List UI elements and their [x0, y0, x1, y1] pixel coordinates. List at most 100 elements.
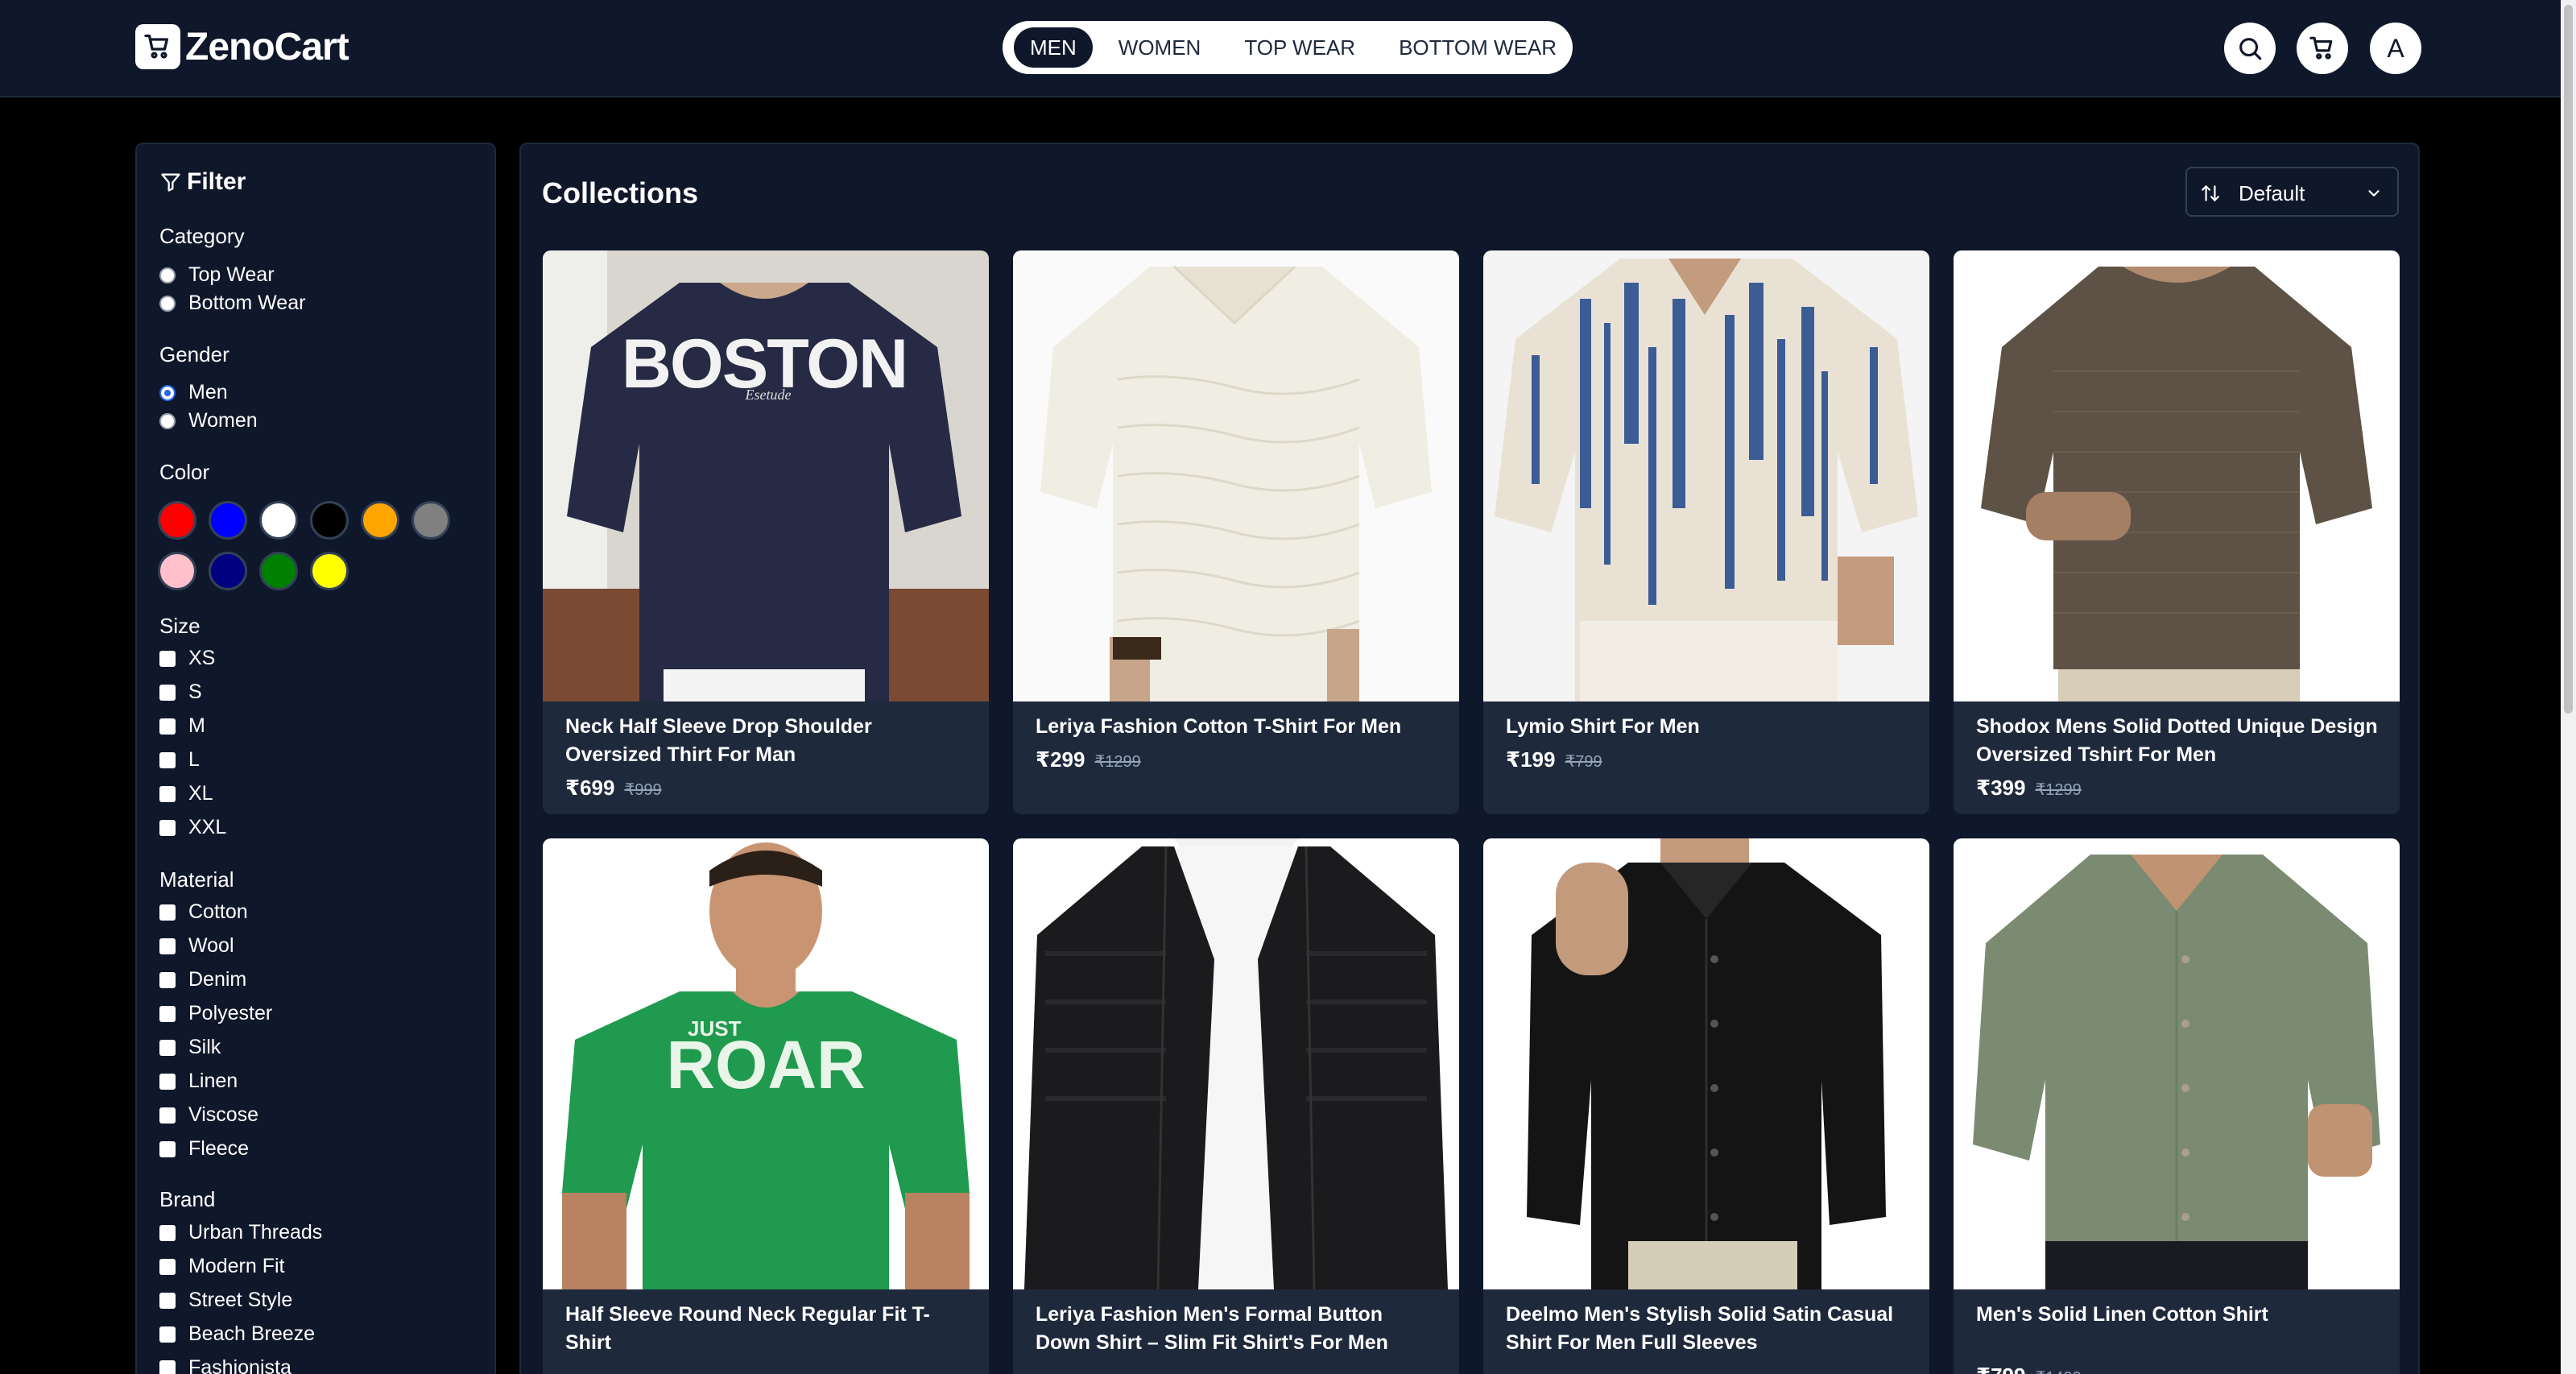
checkbox[interactable]: [159, 1258, 176, 1275]
nav-item-men[interactable]: MEN: [1014, 27, 1093, 68]
checkbox[interactable]: [159, 785, 176, 802]
product-card[interactable]: Deelmo Men's Stylish Solid Satin Casual …: [1483, 838, 1929, 1374]
nav-item-bottom-wear[interactable]: BOTTOM WEAR: [1381, 27, 1574, 68]
color-swatch[interactable]: [209, 501, 247, 540]
product-name[interactable]: Neck Half Sleeve Drop Shoulder Oversized…: [565, 713, 968, 769]
product-card[interactable]: Men's Solid Linen Cotton Shirt ₹799 ₹149…: [1954, 838, 2400, 1374]
product-card[interactable]: Leriya Fashion Men's Formal Button Down …: [1013, 838, 1459, 1374]
checkbox[interactable]: [159, 1292, 176, 1309]
avatar-button[interactable]: A: [2370, 23, 2421, 74]
sort-select[interactable]: Default: [2185, 167, 2399, 217]
material-option[interactable]: Fleece: [159, 1137, 249, 1161]
material-option[interactable]: Viscose: [159, 1103, 258, 1127]
product-name[interactable]: Leriya Fashion Men's Formal Button Down …: [1036, 1301, 1438, 1357]
color-swatch[interactable]: [158, 552, 196, 590]
product-card[interactable]: Shodox Mens Solid Dotted Unique Design O…: [1954, 250, 2400, 814]
product-image[interactable]: JUST ROAR: [543, 838, 989, 1289]
checkbox[interactable]: [159, 1326, 176, 1343]
product-image[interactable]: BOSTON Esetude: [543, 250, 989, 701]
size-option[interactable]: XXL: [159, 816, 226, 839]
gender-option-women[interactable]: Women: [159, 409, 258, 432]
checkbox[interactable]: [159, 819, 176, 836]
checkbox[interactable]: [159, 904, 176, 921]
category-option-top-wear[interactable]: Top Wear: [159, 263, 275, 287]
material-option[interactable]: Denim: [159, 968, 246, 991]
product-image[interactable]: [1954, 250, 2400, 701]
product-card[interactable]: Leriya Fashion Cotton T-Shirt For Men ₹2…: [1013, 250, 1459, 814]
checkbox[interactable]: [159, 1140, 176, 1157]
product-name[interactable]: Lymio Shirt For Men: [1506, 713, 1908, 741]
checkbox[interactable]: [159, 1224, 176, 1241]
brand-option[interactable]: Urban Threads: [159, 1221, 322, 1244]
search-button[interactable]: [2224, 23, 2276, 74]
page-scrollbar[interactable]: [2561, 0, 2576, 1374]
checkbox[interactable]: [159, 1039, 176, 1056]
nav-item-top-wear[interactable]: TOP WEAR: [1226, 27, 1373, 68]
product-name[interactable]: Deelmo Men's Stylish Solid Satin Casual …: [1506, 1301, 1908, 1357]
checkbox[interactable]: [159, 718, 176, 735]
product-image[interactable]: [1013, 250, 1459, 701]
checkbox[interactable]: [159, 751, 176, 768]
checkbox[interactable]: [159, 684, 176, 701]
product-card[interactable]: Lymio Shirt For Men ₹199 ₹799: [1483, 250, 1929, 814]
product-image[interactable]: [1013, 838, 1459, 1289]
size-option[interactable]: XS: [159, 647, 215, 670]
product-card[interactable]: BOSTON Esetude Neck Half Sleeve Drop Sho…: [543, 250, 989, 814]
product-price: ₹799: [1976, 1364, 2025, 1374]
color-swatch[interactable]: [361, 501, 399, 540]
radio-button[interactable]: [159, 267, 176, 283]
checkbox[interactable]: [159, 1073, 176, 1090]
product-price: ₹399: [1976, 776, 2026, 800]
material-option[interactable]: Polyester: [159, 1002, 272, 1025]
nav-item-women[interactable]: WOMEN: [1101, 27, 1219, 68]
search-icon: [2239, 38, 2262, 60]
radio-button[interactable]: [159, 295, 176, 312]
option-label: S: [188, 681, 202, 703]
material-option[interactable]: Cotton: [159, 900, 248, 924]
brand-option[interactable]: Beach Breeze: [159, 1322, 315, 1346]
material-option[interactable]: Silk: [159, 1036, 221, 1059]
size-option[interactable]: L: [159, 748, 200, 772]
size-option[interactable]: M: [159, 714, 205, 738]
product-name[interactable]: Men's Solid Linen Cotton Shirt: [1976, 1301, 2379, 1329]
color-swatch[interactable]: [259, 501, 298, 540]
brand-option[interactable]: Fashionista: [159, 1356, 292, 1374]
material-option[interactable]: Linen: [159, 1070, 238, 1093]
color-swatch[interactable]: [158, 501, 196, 540]
checkbox[interactable]: [159, 1360, 176, 1374]
product-card[interactable]: JUST ROAR Half Sleeve Round Neck Regular…: [543, 838, 989, 1374]
brand-option[interactable]: Street Style: [159, 1289, 292, 1312]
gender-option-men[interactable]: Men: [159, 381, 228, 404]
color-swatch[interactable]: [310, 501, 349, 540]
option-label: XL: [188, 782, 213, 805]
color-swatch[interactable]: [310, 552, 349, 590]
radio-button[interactable]: [159, 412, 176, 429]
scrollbar-thumb[interactable]: [2564, 5, 2573, 714]
brand-logo[interactable]: ZenoCart: [135, 24, 349, 69]
checkbox[interactable]: [159, 937, 176, 954]
svg-text:Esetude: Esetude: [745, 387, 792, 403]
brand-option[interactable]: Modern Fit: [159, 1255, 284, 1278]
product-original-price: ₹999: [624, 781, 662, 799]
category-option-bottom-wear[interactable]: Bottom Wear: [159, 292, 305, 315]
size-option[interactable]: XL: [159, 782, 213, 805]
size-option[interactable]: S: [159, 681, 202, 704]
color-swatch[interactable]: [411, 501, 450, 540]
checkbox[interactable]: [159, 650, 176, 667]
collections-panel: Collections Default BOSTON Esetude Neck …: [519, 143, 2420, 1374]
product-image[interactable]: [1483, 250, 1929, 701]
cart-button[interactable]: [2297, 23, 2348, 74]
checkbox[interactable]: [159, 1107, 176, 1124]
product-name[interactable]: Shodox Mens Solid Dotted Unique Design O…: [1976, 713, 2379, 769]
color-swatch[interactable]: [209, 552, 247, 590]
product-image[interactable]: [1483, 838, 1929, 1289]
option-label: XS: [188, 647, 216, 669]
color-swatch[interactable]: [259, 552, 298, 590]
material-option[interactable]: Wool: [159, 934, 234, 958]
product-image[interactable]: [1954, 838, 2400, 1289]
product-name[interactable]: Leriya Fashion Cotton T-Shirt For Men: [1036, 713, 1438, 741]
product-name[interactable]: Half Sleeve Round Neck Regular Fit T-Shi…: [565, 1301, 968, 1357]
checkbox[interactable]: [159, 971, 176, 988]
checkbox[interactable]: [159, 1005, 176, 1022]
radio-button-checked[interactable]: [159, 384, 176, 401]
